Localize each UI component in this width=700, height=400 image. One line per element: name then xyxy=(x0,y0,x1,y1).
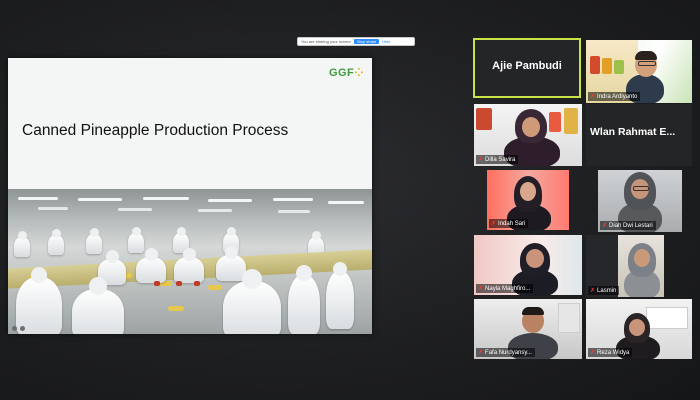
prev-slide-icon[interactable] xyxy=(12,326,17,331)
slide-nav-controls[interactable] xyxy=(12,326,25,331)
participant-tile-indah[interactable]: ✗ Indah Sari xyxy=(487,170,569,230)
participant-name: Wlan Rahmat E... xyxy=(590,126,676,138)
participant-nametag: ✗ Dilla Savira xyxy=(476,155,519,164)
participant-tile-diah[interactable]: ✗ Diah Dwi Lestari xyxy=(598,170,682,232)
participant-tile-fafa[interactable]: ✗ Fafa Nurdyansy... xyxy=(474,299,582,359)
shared-screen-slide: GGF⁘ Canned Pineapple Production Process xyxy=(8,58,372,334)
participant-tile-nayla[interactable]: ✗ Nayla Maghfiro... xyxy=(474,235,582,295)
participant-tile-ajie[interactable]: Ajie Pambudi xyxy=(473,38,581,98)
participant-nametag: ✗ Indah Sari xyxy=(489,219,529,228)
participant-nametag: ✗ Reza Widya xyxy=(588,348,633,357)
participant-nametag: ✗ Nayla Maghfiro... xyxy=(476,284,534,293)
screen-share-banner: You are sharing your screen Stop share H… xyxy=(297,37,415,46)
share-banner-text: You are sharing your screen xyxy=(301,39,351,44)
participant-nametag: ✗ Lasmin xyxy=(588,286,620,295)
hide-share-button[interactable]: Hide xyxy=(382,39,390,44)
ggf-logo: GGF⁘ xyxy=(328,67,364,79)
muted-mic-icon: ✗ xyxy=(478,350,484,356)
muted-mic-icon: ✗ xyxy=(602,223,608,229)
muted-mic-icon: ✗ xyxy=(590,94,596,100)
participant-nametag: ✗ Indra Ardiyanto xyxy=(588,92,641,101)
muted-mic-icon: ✗ xyxy=(590,288,596,294)
participant-tile-lasmin[interactable]: ✗ Lasmin xyxy=(586,235,664,297)
slide-title: Canned Pineapple Production Process xyxy=(22,122,289,139)
muted-mic-icon: ✗ xyxy=(491,221,497,227)
participant-tile-wlan[interactable]: Wlan Rahmat E... xyxy=(586,104,692,166)
next-slide-icon[interactable] xyxy=(20,326,25,331)
muted-mic-icon: ✗ xyxy=(590,350,596,356)
participant-tile-indra[interactable]: ✗ Indra Ardiyanto xyxy=(586,40,692,103)
participant-name: Ajie Pambudi xyxy=(492,60,562,72)
participant-tile-dilla[interactable]: ✗ Dilla Savira xyxy=(474,104,582,166)
muted-mic-icon: ✗ xyxy=(478,286,484,292)
muted-mic-icon: ✗ xyxy=(478,157,484,163)
participant-nametag: ✗ Diah Dwi Lestari xyxy=(600,221,656,230)
participant-tile-reza[interactable]: ✗ Reza Widya xyxy=(586,299,692,359)
stop-share-button[interactable]: Stop share xyxy=(353,39,380,44)
factory-photo xyxy=(8,189,372,334)
participant-nametag: ✗ Fafa Nurdyansy... xyxy=(476,348,535,357)
